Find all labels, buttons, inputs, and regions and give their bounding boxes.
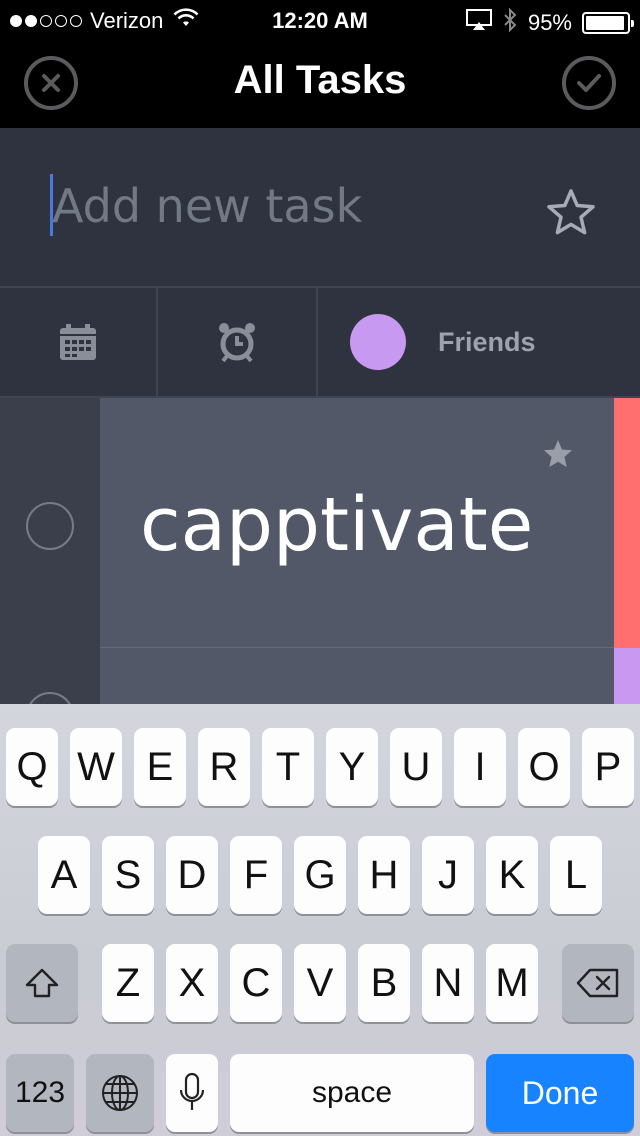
- page-title: All Tasks: [233, 58, 407, 102]
- star-filled-icon[interactable]: [542, 438, 574, 470]
- key-e[interactable]: E: [134, 728, 186, 806]
- task-body[interactable]: capptivate: [100, 398, 614, 648]
- key-i[interactable]: I: [454, 728, 506, 806]
- status-right: 95%: [465, 7, 634, 38]
- keyboard: Q W E R T Y U I O P A S D F G H J K L Z X C V B N M 123 space Done: [0, 704, 640, 1136]
- confirm-button[interactable]: [562, 56, 616, 110]
- nav-bar: All Tasks: [0, 40, 640, 128]
- done-key[interactable]: Done: [486, 1054, 634, 1132]
- calendar-icon: [60, 324, 96, 360]
- task-row[interactable]: capptivate: [0, 398, 640, 648]
- key-k[interactable]: K: [486, 836, 538, 914]
- shift-icon: [25, 968, 59, 998]
- list-name: Friends: [438, 326, 536, 357]
- globe-icon: [102, 1075, 138, 1111]
- task-list-color-stripe: [614, 648, 640, 704]
- key-m[interactable]: M: [486, 944, 538, 1022]
- task-list: capptivate: [0, 398, 640, 704]
- key-d[interactable]: D: [166, 836, 218, 914]
- task-options-row: Friends: [0, 288, 640, 398]
- key-j[interactable]: J: [422, 836, 474, 914]
- status-bar: Verizon 12:20 AM 95%: [0, 0, 640, 40]
- key-g[interactable]: G: [294, 836, 346, 914]
- alarm-clock-icon: [219, 323, 255, 363]
- battery-percent: 95%: [527, 10, 572, 35]
- task-list-color-stripe: [614, 398, 640, 648]
- due-date-button[interactable]: [0, 288, 158, 396]
- star-outline-icon: [547, 189, 595, 235]
- key-v[interactable]: V: [294, 944, 346, 1022]
- star-toggle-button[interactable]: [544, 186, 598, 240]
- key-y[interactable]: Y: [326, 728, 378, 806]
- key-h[interactable]: H: [358, 836, 410, 914]
- check-circle-icon: [577, 74, 601, 92]
- key-o[interactable]: O: [518, 728, 570, 806]
- key-z[interactable]: Z: [102, 944, 154, 1022]
- backspace-icon: [576, 968, 619, 998]
- key-u[interactable]: U: [390, 728, 442, 806]
- bluetooth-icon: [502, 7, 518, 38]
- task-body[interactable]: [100, 648, 614, 704]
- key-q[interactable]: Q: [6, 728, 58, 806]
- task-complete-checkbox[interactable]: [26, 502, 74, 550]
- airplay-icon: [465, 9, 492, 37]
- key-w[interactable]: W: [70, 728, 122, 806]
- reminder-button[interactable]: [158, 288, 318, 396]
- microphone-icon: [179, 1072, 205, 1110]
- key-c[interactable]: C: [230, 944, 282, 1022]
- key-b[interactable]: B: [358, 944, 410, 1022]
- add-task-row: [0, 128, 640, 288]
- shift-key[interactable]: [6, 944, 78, 1022]
- key-s[interactable]: S: [102, 836, 154, 914]
- dictation-key[interactable]: [166, 1054, 218, 1132]
- globe-key[interactable]: [86, 1054, 154, 1132]
- key-f[interactable]: F: [230, 836, 282, 914]
- add-task-input[interactable]: [52, 168, 512, 244]
- list-selector-button[interactable]: Friends: [318, 288, 640, 396]
- key-a[interactable]: A: [38, 836, 90, 914]
- key-r[interactable]: R: [198, 728, 250, 806]
- list-color-dot: [350, 314, 406, 370]
- task-row[interactable]: [0, 648, 640, 704]
- key-n[interactable]: N: [422, 944, 474, 1022]
- delete-key[interactable]: [562, 944, 634, 1022]
- key-p[interactable]: P: [582, 728, 634, 806]
- numbers-key[interactable]: 123: [6, 1054, 74, 1132]
- space-key[interactable]: space: [230, 1054, 474, 1132]
- task-title: capptivate: [140, 482, 534, 568]
- battery-icon: [582, 12, 634, 34]
- key-t[interactable]: T: [262, 728, 314, 806]
- key-x[interactable]: X: [166, 944, 218, 1022]
- key-l[interactable]: L: [550, 836, 602, 914]
